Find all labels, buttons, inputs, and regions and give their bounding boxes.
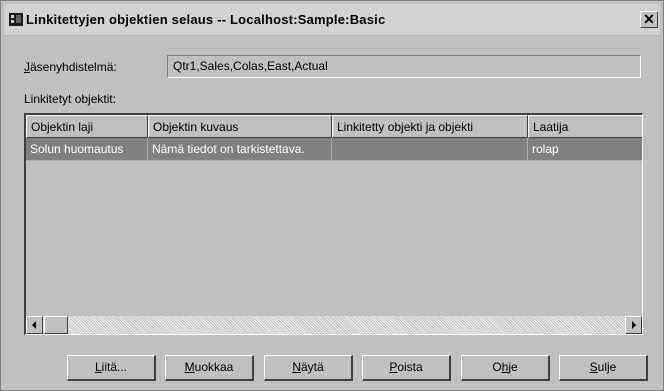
- table-row[interactable]: Solun huomautus Nämä tiedot on tarkistet…: [26, 138, 642, 161]
- title-bar: Linkitettyjen objektien selaus -- Localh…: [4, 4, 660, 36]
- cell-object-type: Solun huomautus: [26, 138, 148, 161]
- column-header-linked-object[interactable]: Linkitetty objekti ja objekti: [332, 115, 528, 138]
- attach-button[interactable]: Liitä...: [67, 355, 156, 381]
- cell-linked-object: [332, 138, 528, 161]
- show-button[interactable]: Näytä: [264, 355, 353, 381]
- delete-button[interactable]: Poista: [362, 355, 451, 381]
- linked-objects-app-icon: [9, 13, 23, 26]
- cell-author: rolap: [528, 138, 642, 161]
- scroll-right-button[interactable]: [625, 316, 642, 334]
- table-header-row: Objektin laji Objektin kuvaus Linkitetty…: [26, 115, 642, 138]
- arrow-right-icon: [632, 321, 636, 329]
- scroll-left-button[interactable]: [26, 316, 43, 334]
- member-combination-field[interactable]: Qtr1,Sales,Colas,East,Actual: [167, 55, 641, 78]
- close-button[interactable]: Sulje: [559, 355, 648, 381]
- column-header-author[interactable]: Laatija: [528, 115, 642, 138]
- linked-objects-label: Linkitetyt objektit:: [24, 92, 117, 106]
- linked-objects-table[interactable]: Objektin laji Objektin kuvaus Linkitetty…: [24, 113, 643, 335]
- close-icon: ✕: [643, 11, 655, 27]
- column-header-object-description[interactable]: Objektin kuvaus: [148, 115, 332, 138]
- window-title: Linkitettyjen objektien selaus -- Localh…: [26, 12, 386, 27]
- scrollbar-thumb[interactable]: [44, 316, 68, 334]
- close-window-button[interactable]: ✕: [640, 11, 658, 28]
- edit-button[interactable]: Muokkaa: [165, 355, 254, 381]
- column-header-object-type[interactable]: Objektin laji: [26, 115, 148, 138]
- help-button[interactable]: Ohje: [461, 355, 550, 381]
- cell-object-description: Nämä tiedot on tarkistettava.: [148, 138, 332, 161]
- linked-objects-dialog: Linkitettyjen objektien selaus -- Localh…: [0, 0, 664, 391]
- horizontal-scrollbar[interactable]: [26, 316, 642, 334]
- member-combination-label: Jäsenyhdistelmä:: [24, 60, 117, 74]
- arrow-left-icon: [32, 321, 36, 329]
